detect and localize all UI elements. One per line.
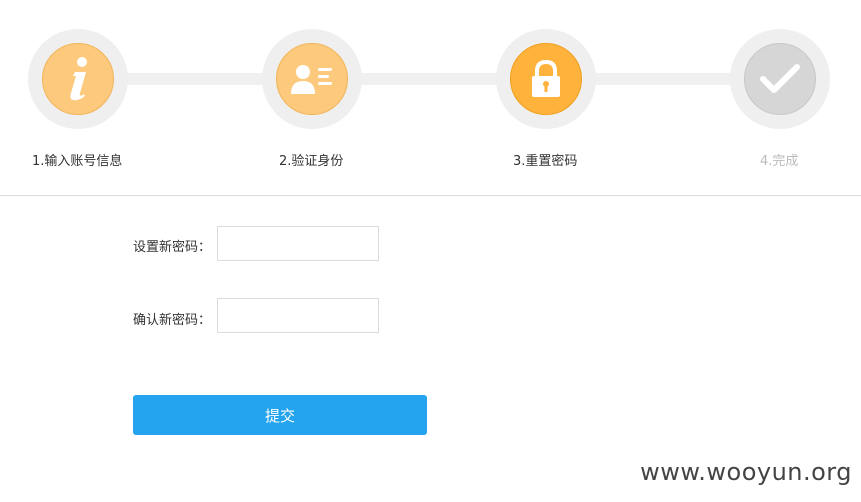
section-divider [0, 195, 861, 196]
lock-icon [529, 59, 563, 99]
step-4-badge [744, 43, 816, 115]
watermark: www.wooyun.org [640, 458, 852, 486]
progress-track [78, 73, 780, 85]
step-3-badge [510, 43, 582, 115]
submit-button[interactable]: 提交 [133, 395, 427, 435]
progress-steps: 1.输入账号信息 2.验证身份 3.重置密码 4.完成 [0, 0, 861, 196]
step-4 [730, 29, 830, 129]
step-2-badge [276, 43, 348, 115]
step-3-label: 3.重置密码 [513, 154, 578, 169]
checkmark-icon [759, 63, 801, 95]
new-password-input[interactable] [217, 226, 379, 261]
step-2 [262, 29, 362, 129]
step-2-label: 2.验证身份 [279, 154, 344, 169]
id-card-icon [289, 62, 335, 96]
new-password-label: 设置新密码： [133, 240, 212, 255]
info-icon [58, 55, 98, 103]
confirm-password-label: 确认新密码： [133, 313, 212, 328]
step-3 [496, 29, 596, 129]
step-1 [28, 29, 128, 129]
step-1-badge [42, 43, 114, 115]
confirm-password-input[interactable] [217, 298, 379, 333]
step-4-label: 4.完成 [760, 154, 799, 169]
step-1-label: 1.输入账号信息 [32, 154, 123, 169]
